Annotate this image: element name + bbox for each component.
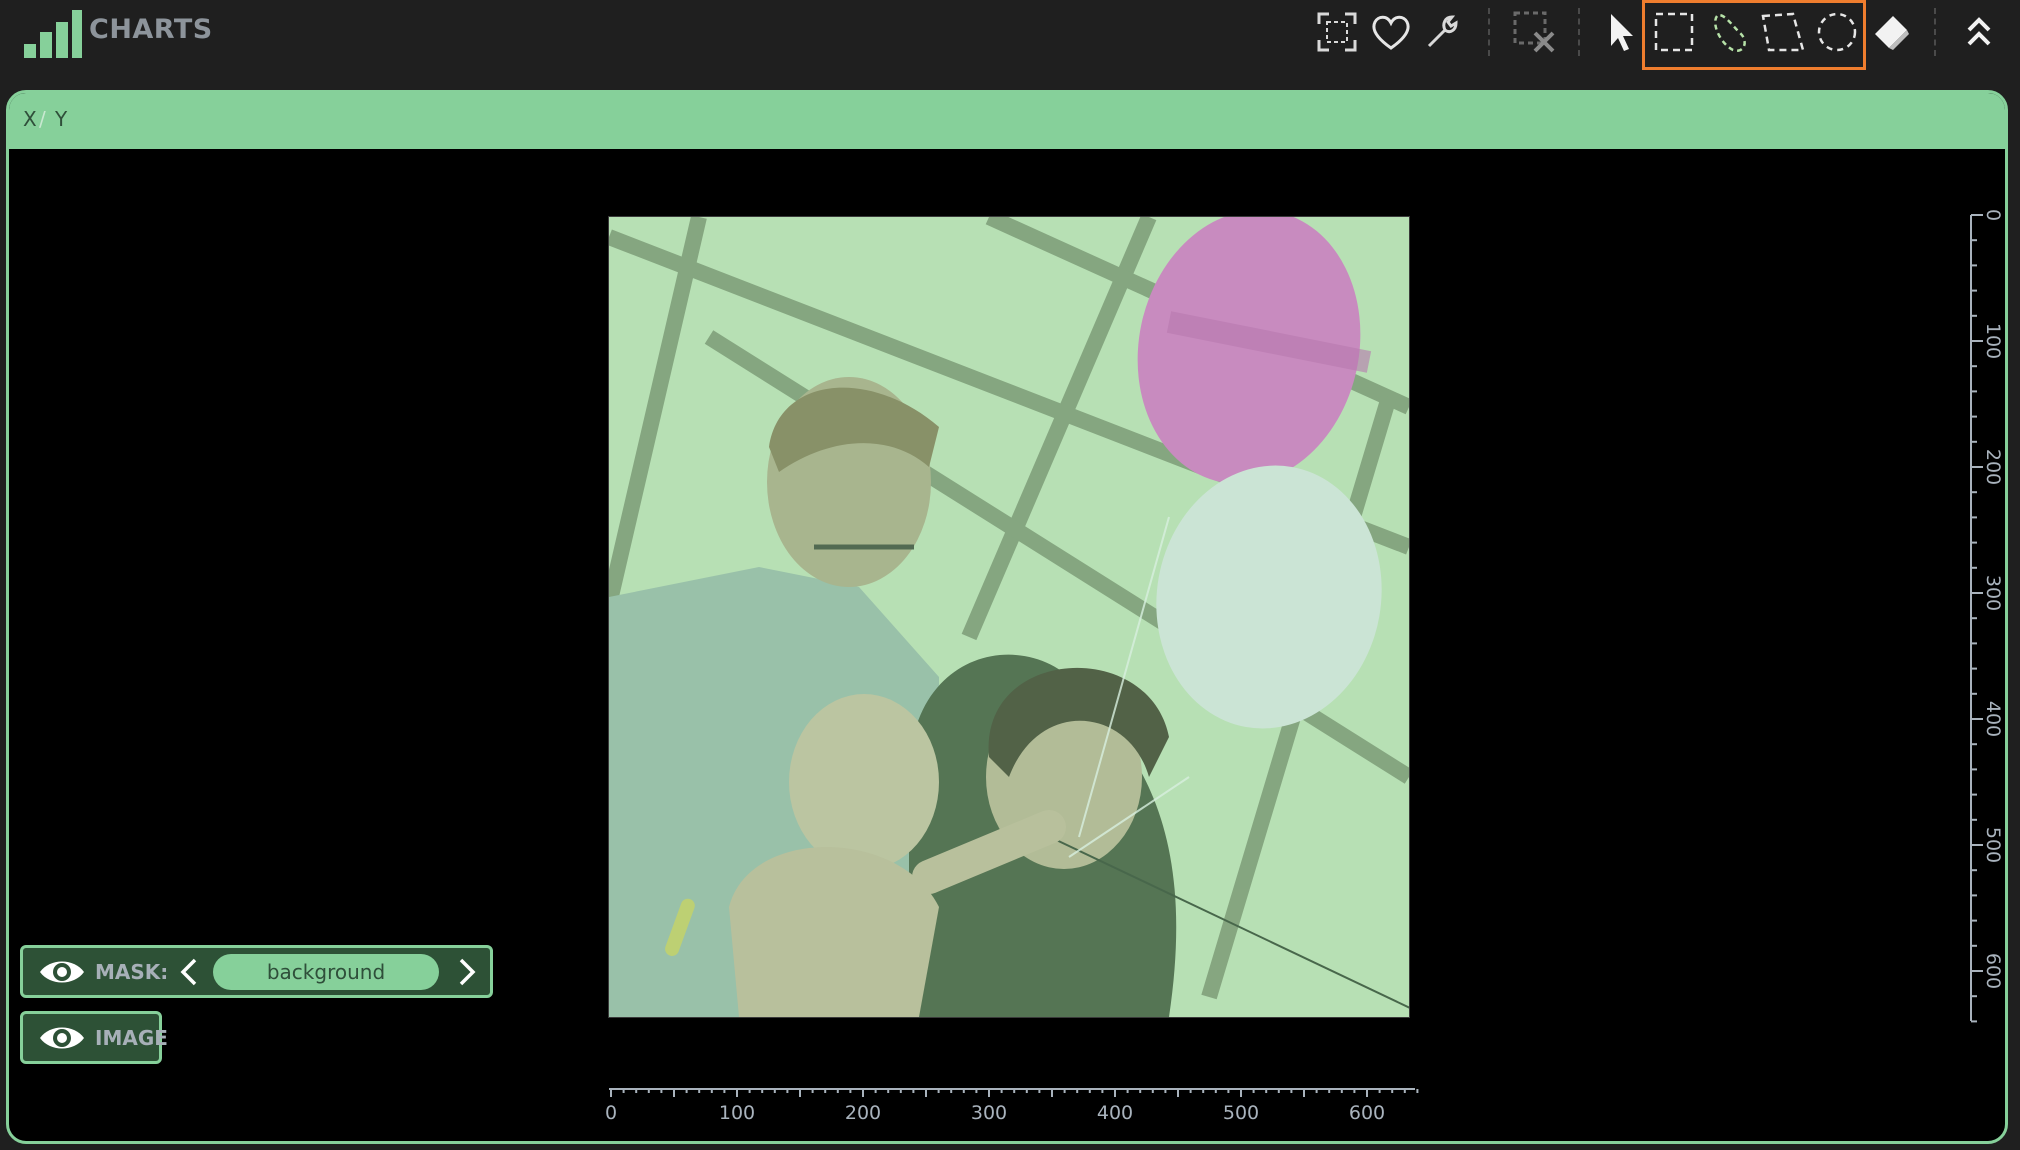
mask-prev-chevron-left-icon[interactable] xyxy=(177,956,201,988)
y-axis-tick-label: 600 xyxy=(1982,953,2004,989)
x-axis-tick-label: 100 xyxy=(719,1102,755,1124)
top-toolbar: CHARTS xyxy=(0,0,2020,88)
toolbar-separator xyxy=(1934,8,1936,56)
y-axis-tick-label: 300 xyxy=(1982,575,2004,611)
axis-separator: / xyxy=(39,107,46,131)
panel-header: X / Y xyxy=(9,93,2005,149)
y-axis-tick-label: 400 xyxy=(1982,701,2004,737)
toolbar-separator xyxy=(1488,8,1490,56)
selection-tools-highlight xyxy=(1642,0,1866,70)
image-toggle[interactable]: IMAGE xyxy=(20,1011,168,1064)
x-axis-tick-label: 600 xyxy=(1349,1102,1385,1124)
toolbar-separator xyxy=(1578,8,1580,56)
mask-next-chevron-right-icon[interactable] xyxy=(455,956,479,988)
image-visibility-eye-icon[interactable] xyxy=(37,1023,87,1053)
collapse-icon[interactable] xyxy=(1952,6,2006,58)
y-axis-tick-label: 200 xyxy=(1982,449,2004,485)
family-photo-image xyxy=(609,217,1409,1017)
charts-logo-icon xyxy=(24,10,82,58)
x-axis-tick-label: 500 xyxy=(1223,1102,1259,1124)
x-axis-ruler: 0 100 200 300 400 500 600 xyxy=(605,1088,1419,1124)
y-axis-tick-label: 500 xyxy=(1982,827,2004,863)
image-canvas[interactable] xyxy=(608,216,1410,1018)
mask-label: MASK: xyxy=(95,960,169,984)
pointer-icon[interactable] xyxy=(1594,6,1648,58)
mask-value-pill[interactable]: background xyxy=(213,954,439,990)
clear-selection-icon[interactable] xyxy=(1508,6,1562,58)
expand-icon[interactable] xyxy=(1310,6,1364,58)
x-axis-tick-label: 200 xyxy=(845,1102,881,1124)
x-axis-label: X xyxy=(23,107,37,131)
mask-visibility-eye-icon[interactable] xyxy=(37,957,87,987)
chart-panel: X / Y 0 100 200 300 400 500 600 0 100 20… xyxy=(6,90,2008,1144)
y-axis-tick-label: 0 xyxy=(1982,209,2004,221)
app-title: CHARTS xyxy=(89,14,213,45)
image-label: IMAGE xyxy=(95,1026,168,1050)
y-axis-tick-label: 100 xyxy=(1982,323,2004,359)
y-axis-label: Y xyxy=(55,107,68,131)
wrench-icon[interactable] xyxy=(1416,6,1470,58)
brush-icon[interactable] xyxy=(1864,6,1918,58)
heart-icon[interactable] xyxy=(1364,6,1418,58)
y-axis-ruler: 0 100 200 300 400 500 600 xyxy=(1970,209,2004,1023)
x-axis-tick-label: 300 xyxy=(971,1102,1007,1124)
x-axis-tick-label: 0 xyxy=(605,1102,617,1124)
mask-control: MASK: background xyxy=(20,945,493,998)
x-axis-tick-label: 400 xyxy=(1097,1102,1133,1124)
